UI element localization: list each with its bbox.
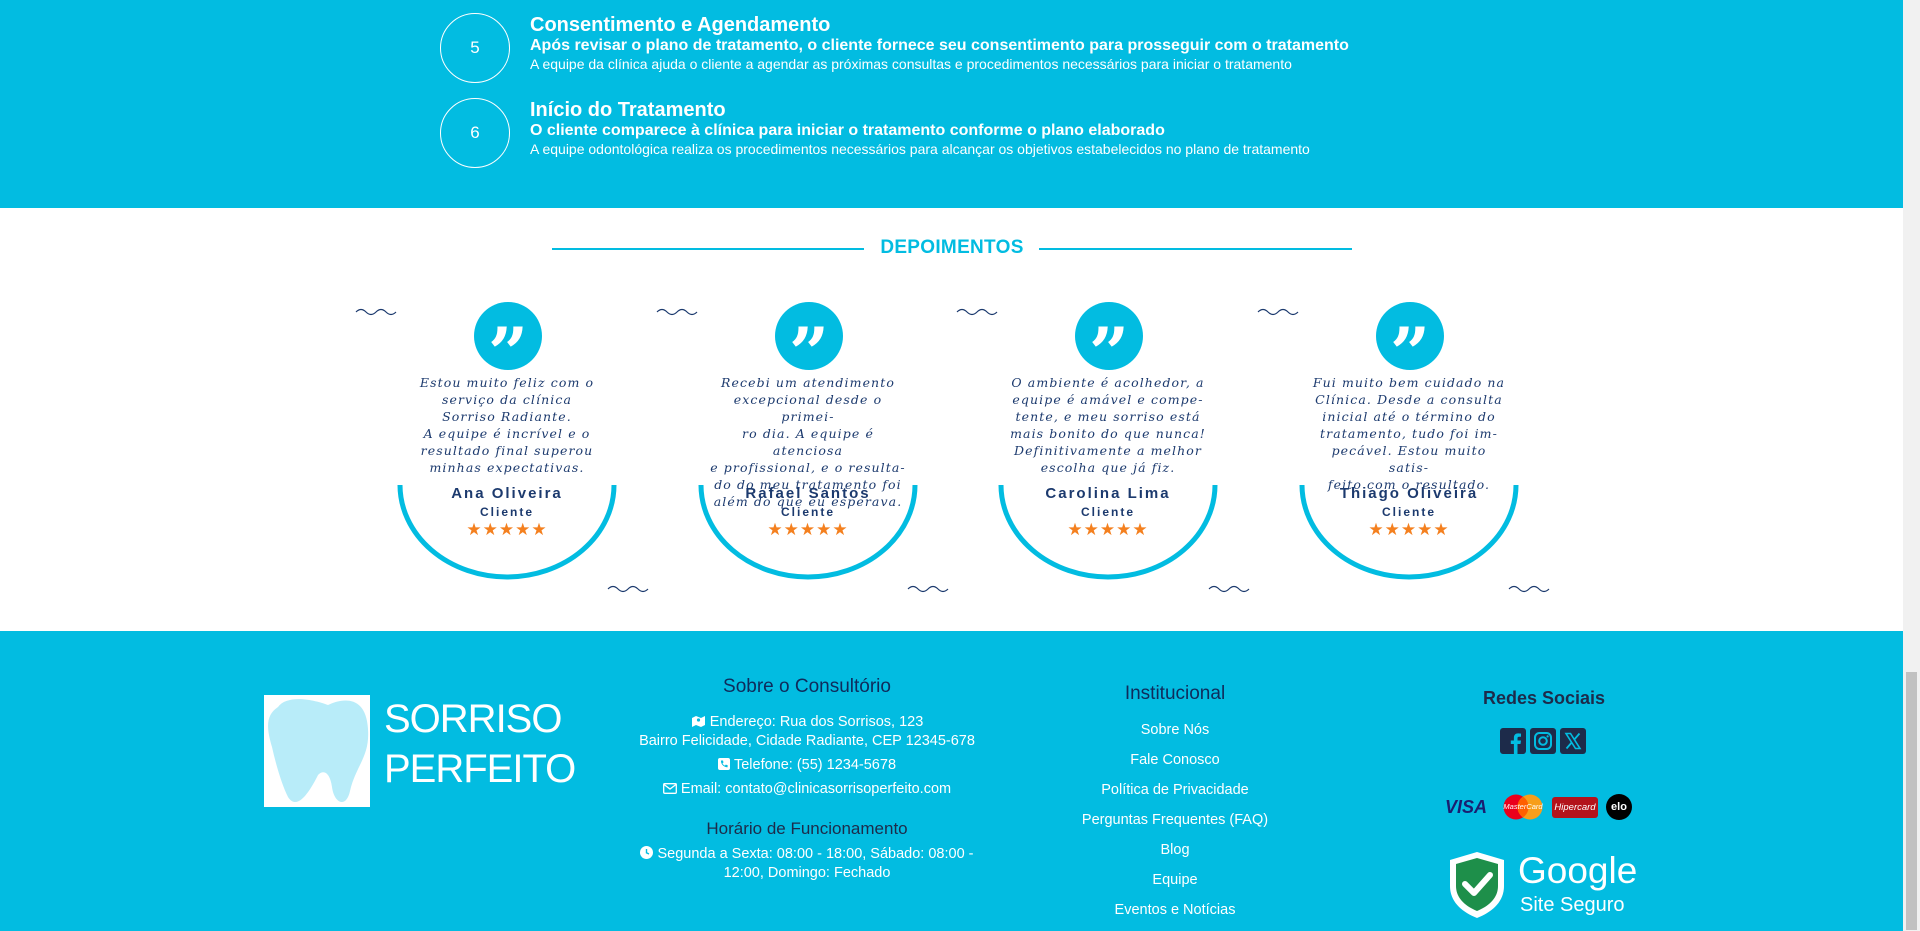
- testimonial-card: ” O ambiente é acolhedor, a equipe é amá…: [998, 300, 1218, 590]
- star-rating-icon: ★★★★★: [1368, 520, 1450, 539]
- squiggle-decoration-icon: [1508, 585, 1550, 593]
- about-title: Sobre o Consultório: [723, 676, 891, 697]
- quote-icon: ”: [1376, 302, 1444, 395]
- quote-icon: ”: [1075, 302, 1143, 395]
- squiggle-decoration-icon: [607, 585, 649, 593]
- squiggle-decoration-icon: [1257, 308, 1299, 316]
- step-number-circle: 6: [440, 98, 510, 168]
- step-title: Início do Tratamento: [530, 99, 726, 121]
- map-icon: [691, 716, 705, 727]
- footer-link-privacidade[interactable]: Política de Privacidade: [1025, 782, 1325, 798]
- instagram-icon[interactable]: [1530, 728, 1556, 754]
- mastercard-logo: MasterCard: [1500, 794, 1546, 820]
- squiggle-decoration-icon: [956, 308, 998, 316]
- hours-title: Horário de Funcionamento: [706, 819, 908, 838]
- testimonial-role: Cliente: [479, 505, 534, 519]
- testimonial-role: Cliente: [1381, 505, 1436, 519]
- hipercard-label: Hipercard: [1554, 802, 1596, 813]
- testimonial-text: Estou muito feliz com o serviço da clíni…: [419, 375, 595, 475]
- testimonial-role: Cliente: [1080, 505, 1135, 519]
- phone-icon: [717, 758, 730, 770]
- footer-link-eventos[interactable]: Eventos e Notícias: [1025, 902, 1325, 918]
- footer-link-equipe[interactable]: Equipe: [1025, 872, 1325, 888]
- testimonial-name: Rafael Santos: [745, 485, 871, 502]
- email-line[interactable]: Email: contato@clinicasorrisoperfeito.co…: [607, 781, 1007, 797]
- address-text: Endereço: Rua dos Sorrisos, 123: [709, 714, 924, 730]
- phone-text: Telefone: (55) 1234-5678: [733, 757, 897, 773]
- google-wordmark: Google: [1518, 850, 1638, 891]
- testimonial-name: Carolina Lima: [1045, 485, 1171, 502]
- testimonial-text: Fui muito bem cuidado na Clínica. Desde …: [1312, 375, 1506, 492]
- footer-link-fale-conosco[interactable]: Fale Conosco: [1025, 752, 1325, 768]
- address-line-2: Bairro Felicidade, Cidade Radiante, CEP …: [639, 733, 975, 749]
- shield-check-icon: [1450, 852, 1504, 918]
- elo-logo: elo: [1606, 794, 1632, 820]
- google-safe-site-badge[interactable]: Google Site Seguro: [1448, 850, 1648, 920]
- process-steps-section: 5 Consentimento e Agendamento Após revis…: [0, 0, 1903, 208]
- testimonial-text: O ambiente é acolhedor, a equipe é amáve…: [1010, 375, 1206, 475]
- squiggle-decoration-icon: [1208, 585, 1250, 593]
- x-twitter-icon[interactable]: [1560, 728, 1586, 754]
- visa-logo: VISA: [1445, 794, 1495, 820]
- facebook-icon[interactable]: [1500, 728, 1526, 754]
- hipercard-logo: Hipercard: [1552, 797, 1598, 818]
- testimonial-card: ” Fui muito bem cuidado na Clínica. Desd…: [1299, 300, 1519, 590]
- address-line: Endereço: Rua dos Sorrisos, 123: [607, 714, 1007, 730]
- mastercard-label: MasterCard: [1503, 802, 1543, 811]
- quote-icon: ”: [474, 302, 542, 395]
- footer-link-faq[interactable]: Perguntas Frequentes (FAQ): [1025, 812, 1325, 828]
- institutional-title: Institucional: [1124, 683, 1226, 704]
- hours-line: Segunda a Sexta: 08:00 - 18:00, Sábado: …: [607, 846, 1007, 862]
- squiggle-decoration-icon: [355, 308, 397, 316]
- squiggle-decoration-icon: [656, 308, 698, 316]
- footer-link-blog[interactable]: Blog: [1025, 842, 1325, 858]
- step-item-6: 6 Início do Tratamento O cliente compare…: [432, 98, 1582, 168]
- email-text[interactable]: Email: contato@clinicasorrisoperfeito.co…: [681, 781, 951, 797]
- hours-line-2: 12:00, Domingo: Fechado: [723, 865, 891, 881]
- envelope-icon: [662, 783, 677, 794]
- testimonial-role: Cliente: [780, 505, 835, 519]
- elo-label: elo: [1611, 801, 1627, 813]
- testimonial-name: Ana Oliveira: [451, 485, 563, 502]
- step-number-circle: 5: [440, 13, 510, 83]
- site-seguro-label: Site Seguro: [1520, 894, 1625, 916]
- tooth-logo-icon: [264, 695, 370, 807]
- visa-label: VISA: [1445, 797, 1488, 817]
- step-title: Consentimento e Agendamento: [530, 14, 831, 36]
- star-rating-icon: ★★★★★: [1067, 520, 1149, 539]
- star-rating-icon: ★★★★★: [767, 520, 849, 539]
- footer-link-sobre-nos[interactable]: Sobre Nós: [1025, 722, 1325, 738]
- social-title: Redes Sociais: [1482, 688, 1606, 708]
- page-scrollbar-thumb[interactable]: [1906, 672, 1917, 930]
- step-description: A equipe da clínica ajuda o cliente a ag…: [530, 56, 1292, 72]
- quote-icon: ”: [775, 302, 843, 395]
- squiggle-decoration-icon: [907, 585, 949, 593]
- hours-text: Segunda a Sexta: 08:00 - 18:00, Sábado: …: [657, 846, 974, 862]
- clock-icon: [640, 846, 654, 859]
- step-item-5: 5 Consentimento e Agendamento Após revis…: [432, 13, 1582, 85]
- logo-text-line2: PERFEITO: [384, 747, 576, 791]
- testimonial-card: ” Recebi um atendimento excepcional desd…: [698, 300, 918, 590]
- testimonial-name: Thiago Oliveira: [1339, 485, 1479, 502]
- testimonials-heading: DEPOIMENTOS: [552, 234, 1352, 262]
- step-subtitle: Após revisar o plano de tratamento, o cl…: [530, 37, 1349, 54]
- step-subtitle: O cliente comparece à clínica para inici…: [530, 122, 1165, 139]
- testimonial-card: ” Estou muito feliz com o serviço da clí…: [397, 300, 617, 590]
- logo-text-line1: SORRISO: [384, 697, 562, 741]
- steps-scroll-area[interactable]: 5 Consentimento e Agendamento Após revis…: [432, 0, 1601, 168]
- star-rating-icon: ★★★★★: [466, 520, 548, 539]
- phone-line: Telefone: (55) 1234-5678: [607, 757, 1007, 773]
- page-scrollbar[interactable]: [1903, 0, 1920, 931]
- step-description: A equipe odontológica realiza os procedi…: [530, 141, 1310, 157]
- section-title: DEPOIMENTOS: [866, 237, 1038, 258]
- brand-logo[interactable]: SORRISO PERFEITO: [258, 691, 578, 811]
